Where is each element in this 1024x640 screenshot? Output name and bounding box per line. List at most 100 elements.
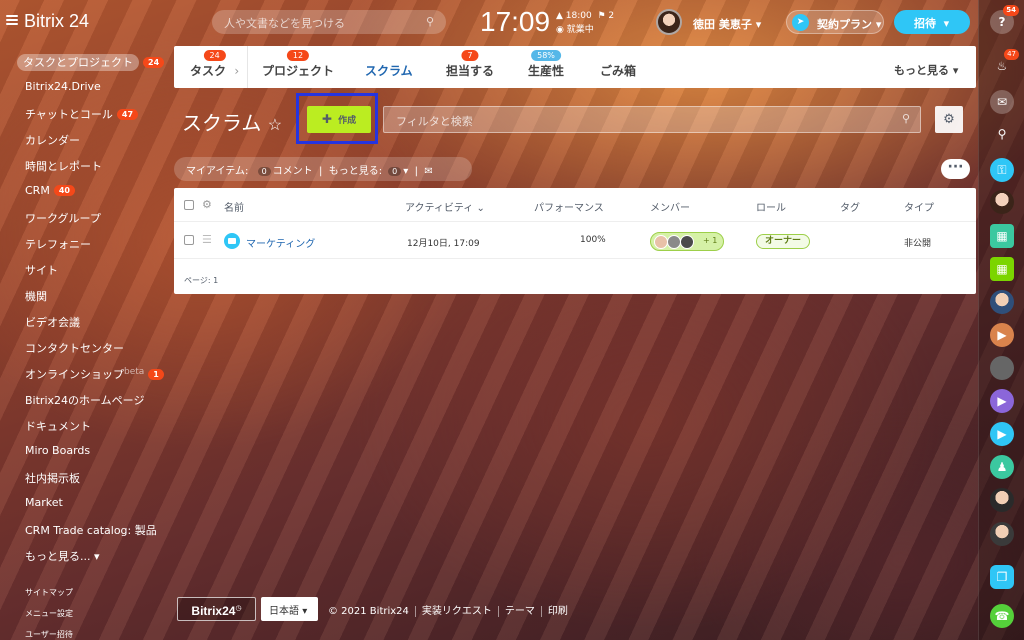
plan-button[interactable]: ➤ 契約プラン ▾: [786, 10, 884, 34]
sidebar-item-company[interactable]: 機関: [0, 282, 170, 308]
more-counters-label[interactable]: もっと見る:: [329, 166, 382, 177]
menu-settings-link[interactable]: メニュー設定: [25, 603, 73, 624]
avatar[interactable]: [990, 488, 1014, 512]
sidebar-item-crm[interactable]: CRM 40: [0, 178, 170, 204]
user-menu[interactable]: 徳田 美恵子 ▾: [693, 16, 761, 32]
sort-down-icon: ⌄: [476, 203, 485, 214]
scrum-tabs-bar: タスク 24 › プロジェクト 12 スクラム 担当する 7 生産性 58% ごみ箱 も…: [174, 46, 976, 88]
tasks-counter-badge: 24: [143, 57, 165, 68]
messenger-icon[interactable]: ✉: [990, 90, 1014, 114]
avatar[interactable]: [990, 356, 1014, 380]
chevron-down-icon: ▾: [875, 18, 882, 31]
language-select[interactable]: 日本語 ▾: [261, 597, 318, 621]
menu-burger-icon[interactable]: [6, 15, 18, 25]
comment-filter[interactable]: コメント: [273, 166, 313, 177]
column-type[interactable]: タイプ: [904, 199, 934, 214]
sidebar-item-trade-catalog[interactable]: CRM Trade catalog: 製品: [0, 516, 170, 542]
invite-users-link[interactable]: ユーザー招待: [25, 624, 73, 640]
sidebar-item-video-conference[interactable]: ビデオ会議: [0, 308, 170, 334]
project-name-link[interactable]: マーケティング: [246, 235, 315, 250]
sidebar-item-calendar[interactable]: カレンダー: [0, 126, 170, 152]
column-activity[interactable]: アクティビティ ⌄: [405, 199, 485, 214]
left-menu-footer: サイトマップ メニュー設定 ユーザー招待: [25, 582, 73, 640]
phone-icon[interactable]: ☎: [990, 604, 1014, 628]
tab-tasks[interactable]: タスク 24 ›: [190, 50, 239, 79]
sidebar-item-time-reports[interactable]: 時間とレポート: [0, 152, 170, 178]
select-all-checkbox[interactable]: [184, 200, 194, 210]
column-tags[interactable]: タグ: [840, 199, 860, 214]
column-members[interactable]: メンバー: [650, 199, 690, 214]
tasks-tab-counter: 24: [203, 50, 226, 61]
row-menu-icon[interactable]: ☰: [202, 233, 212, 246]
sidebar-item-workgroups[interactable]: ワークグループ: [0, 204, 170, 230]
sitemap-link[interactable]: サイトマップ: [25, 582, 73, 603]
crm-chat-icon[interactable]: ▦: [990, 257, 1014, 281]
invite-button[interactable]: 招待 ▾: [894, 10, 970, 34]
footer-links: © 2021 Bitrix24 実装リクエスト テーマ 印刷: [328, 602, 574, 617]
tab-trash[interactable]: ごみ箱: [600, 62, 636, 79]
video-call-icon[interactable]: ▶: [990, 389, 1014, 413]
implementation-request-link[interactable]: 実装リクエスト: [414, 606, 498, 617]
sidebar-item-miro[interactable]: Miro Boards: [0, 438, 170, 464]
sidebar-item-tasks[interactable]: タスクとプロジェクト 24: [0, 48, 170, 74]
sidebar-item-chat[interactable]: チャットとコール 47: [0, 100, 170, 126]
notifications-bell-icon[interactable]: ♨ 47: [990, 49, 1019, 78]
chevron-down-icon[interactable]: ▾: [403, 166, 408, 177]
clock[interactable]: 17:09: [480, 6, 550, 38]
avatar[interactable]: [990, 522, 1014, 546]
filter-search-input[interactable]: フィルタと検索 ⚲: [383, 106, 921, 133]
sidebar-item-online-shop[interactable]: オンラインショップbeta 1: [0, 360, 170, 386]
tab-more[interactable]: もっと見る ▾: [894, 62, 958, 78]
tab-assigned[interactable]: 担当する 7: [446, 50, 494, 79]
lock-icon[interactable]: ⚿: [990, 158, 1014, 182]
star-icon[interactable]: ☆: [268, 115, 282, 134]
search-icon[interactable]: ⚲: [990, 122, 1014, 146]
grid-header: ⚙ 名前 アクティビティ ⌄ パフォーマンス メンバー ロール タグ タイプ: [174, 188, 976, 222]
column-role[interactable]: ロール: [756, 199, 786, 214]
projects-tab-counter: 12: [286, 50, 310, 61]
chat-bubbles-icon[interactable]: ✉: [424, 166, 432, 177]
open-lines-icon[interactable]: ❐: [990, 565, 1014, 589]
help-icon[interactable]: ? 54: [990, 5, 1019, 34]
sidebar-item-documents[interactable]: ドキュメント: [0, 412, 170, 438]
sidebar-item-drive[interactable]: Bitrix24.Drive: [0, 74, 170, 100]
group-icon[interactable]: ♟: [990, 455, 1014, 479]
shop-counter-badge: 1: [148, 369, 164, 380]
print-link[interactable]: 印刷: [540, 606, 574, 617]
create-button[interactable]: ✚ 作成: [307, 106, 371, 133]
row-checkbox[interactable]: [184, 235, 194, 245]
avatar[interactable]: [990, 190, 1014, 214]
notifications-badge: 47: [1004, 49, 1019, 60]
sidebar-item-homepage[interactable]: Bitrix24のホームページ: [0, 386, 170, 412]
ellipsis-icon: ···: [947, 159, 964, 175]
column-performance[interactable]: パフォーマンス: [534, 199, 604, 214]
tab-scrum[interactable]: スクラム: [365, 62, 413, 79]
sidebar-item-contact-center[interactable]: コンタクトセンター: [0, 334, 170, 360]
sidebar-item-more[interactable]: もっと見る... ▾: [0, 542, 170, 568]
user-avatar[interactable]: [656, 9, 682, 35]
crm-chat-icon[interactable]: ▦: [990, 224, 1014, 248]
avatar[interactable]: [990, 290, 1014, 314]
members-group[interactable]: + 1: [650, 232, 724, 251]
sidebar-item-telephony[interactable]: テレフォニー: [0, 230, 170, 256]
tab-productivity[interactable]: 生産性 58%: [528, 50, 564, 79]
bitrix-logo[interactable]: Bitrix 24: [24, 11, 89, 32]
column-name[interactable]: 名前: [224, 199, 244, 214]
video-call-icon[interactable]: ▶: [990, 422, 1014, 446]
work-time-info[interactable]: ▲ 18:00 ⚑ 2 ◉ 就業中: [556, 9, 614, 37]
theme-link[interactable]: テーマ: [497, 606, 541, 617]
chevron-down-icon: ▾: [952, 64, 959, 77]
sidebar-item-bulletin-board[interactable]: 社内掲示板: [0, 464, 170, 490]
sidebar-item-market[interactable]: Market: [0, 490, 170, 516]
avatar: [654, 235, 668, 249]
grid-settings-gear-icon[interactable]: ⚙: [202, 198, 212, 211]
global-search-input[interactable]: 人や文書などを見つける ⚲: [212, 10, 446, 34]
video-call-icon[interactable]: ▶: [990, 323, 1014, 347]
settings-gear-button[interactable]: ⚙: [935, 106, 963, 133]
footer-logo[interactable]: Bitrix24◷: [177, 597, 256, 621]
chevron-down-icon: ▾: [302, 606, 308, 617]
tab-projects[interactable]: プロジェクト 12: [262, 50, 334, 79]
sidebar-item-sites[interactable]: サイト: [0, 256, 170, 282]
more-actions-button[interactable]: ···: [941, 159, 970, 179]
table-row[interactable]: ☰ マーケティング 12月10日, 17:09 100% + 1 オーナー 非公…: [174, 223, 976, 259]
